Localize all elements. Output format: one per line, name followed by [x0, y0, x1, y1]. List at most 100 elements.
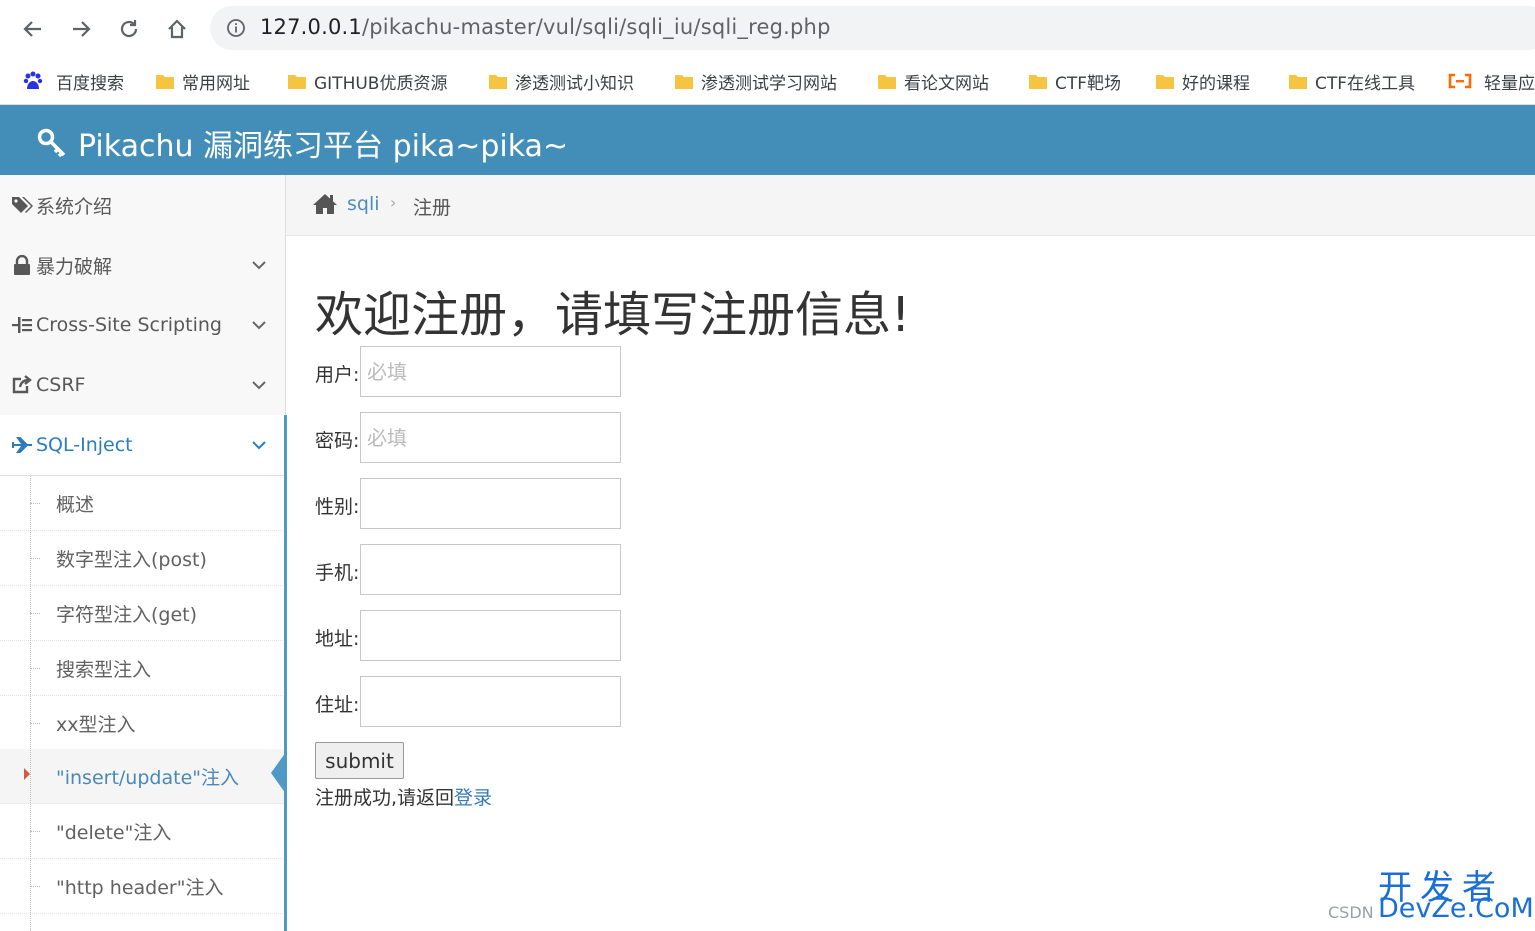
field-label: 地址: — [315, 628, 360, 650]
bookmark-baidu[interactable]: 百度搜索 — [22, 66, 124, 96]
active-pointer-arrow — [271, 752, 286, 794]
aliyun-icon — [1448, 73, 1472, 89]
forward-arrow-icon — [73, 21, 91, 37]
gender-input[interactable] — [360, 478, 621, 529]
tags-icon — [10, 195, 34, 215]
lock-icon — [10, 255, 34, 275]
bookmark-folder[interactable]: 渗透测试学习网站 — [675, 66, 837, 96]
list-icon — [10, 315, 34, 335]
sidebar-item-bruteforce[interactable]: 暴力破解 — [0, 235, 285, 296]
sidebar-item-label: SQL-Inject — [36, 434, 133, 456]
folder-icon — [1156, 73, 1174, 89]
tree-connector — [30, 668, 40, 669]
chevron-down-icon — [252, 321, 266, 330]
submenu-item[interactable]: 字符型注入(get) — [0, 586, 285, 641]
field-label: 性别: — [315, 496, 360, 518]
bookmark-folder[interactable]: GITHUB优质资源 — [288, 66, 447, 96]
bookmark-folder[interactable]: 渗透测试小知识 — [489, 66, 634, 96]
bookmark-label: GITHUB优质资源 — [314, 73, 448, 94]
page-title: 欢迎注册，请填写注册信息! — [315, 287, 911, 343]
field-label: 住址: — [315, 694, 360, 716]
field-label: 密码: — [315, 430, 360, 452]
submit-button[interactable]: submit — [315, 742, 404, 779]
field-label: 用户: — [315, 364, 360, 386]
submenu-label: 搜索型注入 — [56, 659, 152, 681]
share-icon — [10, 375, 34, 395]
bookmark-label: 渗透测试小知识 — [515, 73, 634, 94]
sidebar-item-xss[interactable]: Cross-Site Scripting — [0, 295, 285, 356]
submenu-item-active[interactable]: "insert/update"注入 — [0, 749, 285, 804]
folder-icon — [288, 73, 306, 89]
residence-input[interactable] — [360, 676, 621, 727]
bookmark-label: 好的课程 — [1182, 73, 1250, 94]
url-path: /pikachu-master/vul/sqli/sqli_iu/sqli_re… — [362, 15, 831, 39]
chevron-down-icon — [252, 381, 266, 390]
csdn-watermark: CSDN — [1328, 903, 1374, 922]
folder-icon — [1029, 73, 1047, 89]
site-info-icon[interactable] — [226, 18, 246, 38]
address-bar[interactable]: 127.0.0.1/pikachu-master/vul/sqli/sqli_i… — [210, 6, 1535, 50]
back-arrow-icon — [23, 21, 41, 37]
back-button[interactable] — [17, 13, 49, 45]
submenu-label: xx型注入 — [56, 714, 136, 736]
bookmark-aliyun[interactable]: 轻量应 — [1448, 66, 1535, 96]
bookmarks-bar: 百度搜索 常用网址 GITHUB优质资源 渗透测试小知识 渗透测试学习网站 看论… — [0, 58, 1535, 105]
chevron-down-icon — [252, 441, 266, 450]
forward-button[interactable] — [65, 13, 97, 45]
submenu-item[interactable]: 数字型注入(post) — [0, 531, 285, 586]
sqli-submenu: 概述 数字型注入(post) 字符型注入(get) 搜索型注入 xx型注入 "i… — [0, 476, 285, 931]
tree-connector — [30, 558, 40, 559]
bookmark-label: CTF在线工具 — [1315, 73, 1416, 94]
tree-connector — [30, 503, 40, 504]
submenu-item[interactable]: xx型注入 — [0, 696, 285, 751]
password-input[interactable] — [360, 412, 621, 463]
tree-connector — [30, 613, 40, 614]
submenu-label: "insert/update"注入 — [56, 767, 239, 789]
bookmark-folder[interactable]: 常用网址 — [156, 66, 250, 96]
baidu-icon — [23, 71, 43, 89]
breadcrumb-link-sqli[interactable]: sqli — [347, 193, 380, 215]
address-input[interactable] — [360, 610, 621, 661]
submenu-item[interactable]: 概述 — [0, 476, 285, 531]
bookmark-folder[interactable]: CTF靶场 — [1029, 66, 1121, 96]
bookmark-label: 轻量应 — [1484, 73, 1535, 94]
reload-icon — [120, 20, 138, 38]
app-header: Pikachu 漏洞练习平台 pika~pika~ — [0, 105, 1535, 175]
phone-input[interactable] — [360, 544, 621, 595]
folder-icon — [156, 73, 174, 89]
breadcrumb: sqli › 注册 — [286, 175, 1535, 236]
success-text: 注册成功,请返回 — [315, 787, 455, 809]
sidebar-item-sqli[interactable]: SQL-Inject — [0, 415, 285, 476]
sidebar-item-intro[interactable]: 系统介绍 — [0, 175, 285, 236]
submenu-item[interactable]: "delete"注入 — [0, 804, 285, 859]
bookmark-label: 看论文网站 — [904, 73, 989, 94]
field-label: 手机: — [315, 562, 360, 584]
bookmark-folder[interactable]: CTF在线工具 — [1289, 66, 1415, 96]
folder-icon — [489, 73, 507, 89]
home-button[interactable] — [161, 13, 193, 45]
bookmark-folder[interactable]: 好的课程 — [1156, 66, 1250, 96]
chevron-down-icon — [252, 261, 266, 270]
username-input[interactable] — [360, 346, 621, 397]
bookmark-label: CTF靶场 — [1055, 73, 1122, 94]
home-icon[interactable] — [312, 193, 338, 215]
brand-link[interactable]: Pikachu 漏洞练习平台 pika~pika~ — [36, 121, 568, 165]
bookmark-folder[interactable]: 看论文网站 — [878, 66, 989, 96]
url-text: 127.0.0.1/pikachu-master/vul/sqli/sqli_i… — [260, 15, 831, 39]
home-icon — [168, 19, 186, 39]
submenu-item[interactable]: "http header"注入 — [0, 859, 285, 914]
sidebar-item-label: 暴力破解 — [36, 255, 113, 278]
sidebar-item-label: Cross-Site Scripting — [36, 314, 222, 336]
reload-button[interactable] — [113, 13, 145, 45]
submenu-tree-line — [30, 476, 31, 931]
active-caret-icon — [24, 768, 30, 780]
watermark-domain: DevZe.CoM — [1378, 893, 1534, 924]
plane-icon — [10, 435, 34, 455]
app-title: Pikachu 漏洞练习平台 pika~pika~ — [78, 129, 569, 164]
submenu-item[interactable]: 搜索型注入 — [0, 641, 285, 696]
login-link[interactable]: 登录 — [454, 787, 492, 809]
sidebar-item-csrf[interactable]: CSRF — [0, 355, 285, 416]
bookmark-label: 常用网址 — [182, 73, 250, 94]
submenu-label: "http header"注入 — [56, 877, 224, 899]
submenu-label: 概述 — [56, 494, 95, 516]
